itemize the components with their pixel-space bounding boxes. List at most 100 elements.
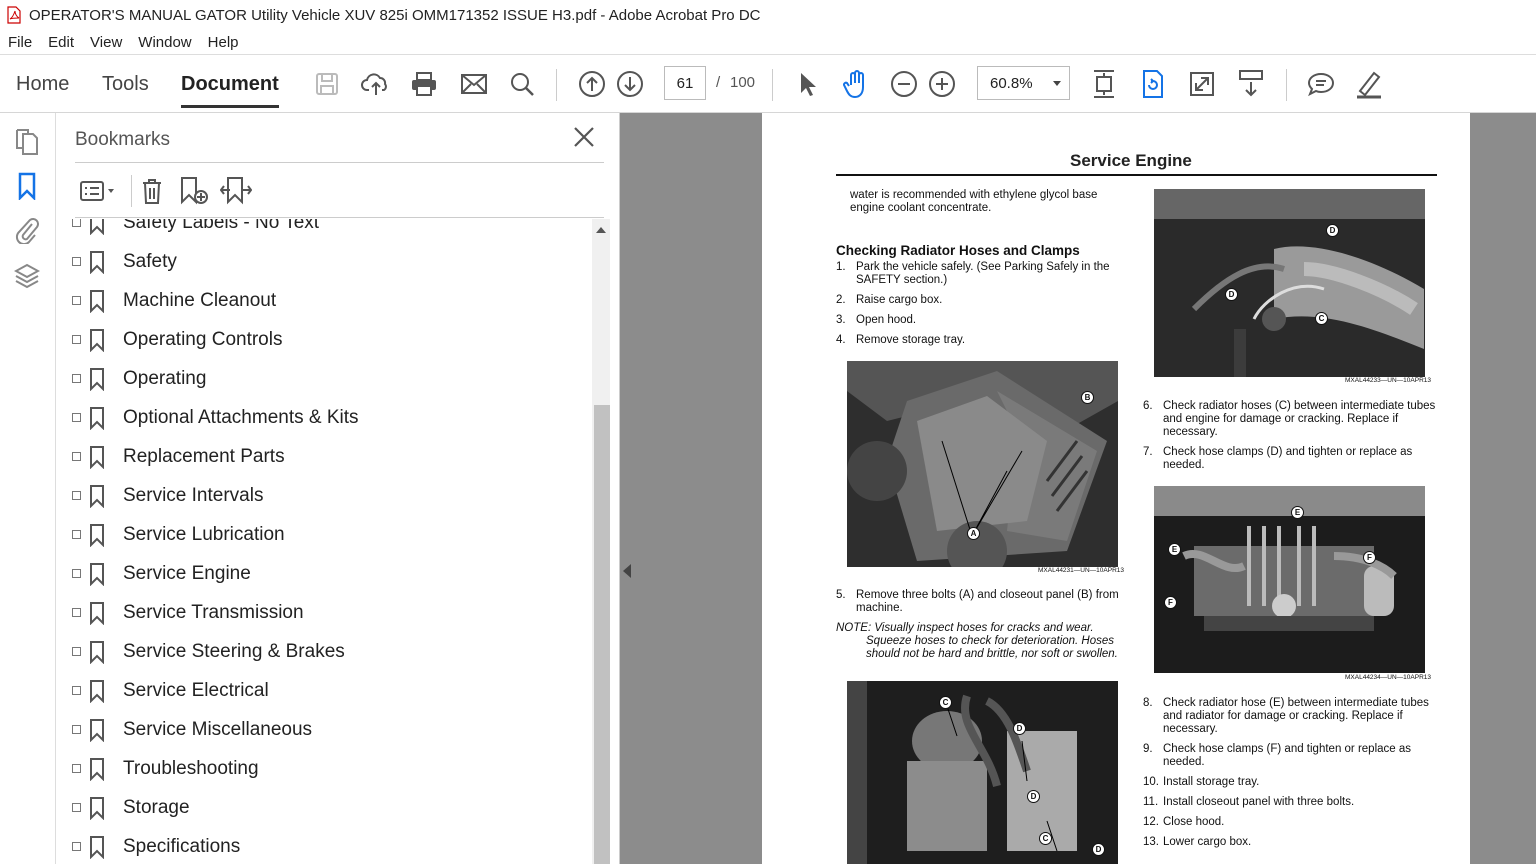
bookmark-item[interactable]: Specifications	[72, 827, 240, 864]
bookmark-item[interactable]: Machine Cleanout	[72, 281, 276, 320]
bookmark-item[interactable]: Service Lubrication	[72, 515, 285, 554]
bookmark-item[interactable]: Troubleshooting	[72, 749, 259, 788]
menu-file[interactable]: File	[0, 34, 40, 51]
next-page-icon[interactable]	[614, 68, 646, 100]
menu-help[interactable]: Help	[200, 34, 247, 51]
bookmark-icon	[87, 678, 107, 704]
layers-icon[interactable]	[13, 261, 41, 291]
bookmark-item[interactable]: Optional Attachments & Kits	[72, 398, 359, 437]
bookmark-icon	[87, 366, 107, 392]
delete-icon[interactable]	[136, 175, 168, 207]
image-caption: MXAL44233—UN—10APR13	[1345, 377, 1431, 384]
callout-c: C	[1315, 312, 1328, 325]
photo-engine-hoses: C D D C D	[847, 681, 1118, 864]
bookmark-item[interactable]: Service Steering & Brakes	[72, 632, 345, 671]
expand-toggle-icon[interactable]	[72, 491, 81, 500]
expand-toggle-icon[interactable]	[72, 764, 81, 773]
fullscreen-icon[interactable]	[1186, 68, 1218, 100]
expand-toggle-icon[interactable]	[72, 296, 81, 305]
collapse-panel-icon[interactable]	[623, 564, 631, 578]
tab-document[interactable]: Document	[181, 73, 279, 108]
zoom-select[interactable]: 60.8%	[977, 66, 1070, 100]
expand-toggle-icon[interactable]	[72, 608, 81, 617]
fit-page-icon[interactable]	[1088, 68, 1120, 100]
bookmark-item[interactable]: Service Engine	[72, 554, 251, 593]
menu-window[interactable]: Window	[130, 34, 199, 51]
search-icon[interactable]	[506, 68, 538, 100]
toolbar-divider	[1286, 69, 1287, 101]
chevron-down-icon	[1053, 81, 1061, 86]
bookmark-scrollbar[interactable]	[592, 219, 610, 864]
expand-toggle-icon[interactable]	[72, 257, 81, 266]
callout-d: D	[1225, 288, 1238, 301]
bookmark-item[interactable]: Service Electrical	[72, 671, 269, 710]
bookmark-icon	[87, 483, 107, 509]
options-menu-icon[interactable]	[79, 175, 117, 207]
bookmark-item[interactable]: Safety Labels - No Text	[72, 219, 319, 242]
callout-c: C	[1039, 832, 1052, 845]
zoom-in-icon[interactable]	[926, 68, 958, 100]
bookmark-icon	[87, 756, 107, 782]
print-icon[interactable]	[408, 68, 440, 100]
bookmark-icon	[87, 561, 107, 587]
expand-toggle-icon[interactable]	[72, 335, 81, 344]
expand-toggle-icon[interactable]	[72, 413, 81, 422]
expand-toggle-icon[interactable]	[72, 803, 81, 812]
scroll-thumb[interactable]	[594, 405, 610, 864]
scroll-up-icon[interactable]	[596, 227, 606, 233]
bookmark-item[interactable]: Service Miscellaneous	[72, 710, 312, 749]
save-icon[interactable]	[311, 68, 343, 100]
add-bookmark-icon[interactable]	[178, 175, 210, 207]
expand-toggle-icon[interactable]	[72, 569, 81, 578]
rotate-icon[interactable]	[1137, 68, 1169, 100]
bookmark-item[interactable]: Service Transmission	[72, 593, 304, 632]
prev-page-icon[interactable]	[576, 68, 608, 100]
document-viewport[interactable]: Service Engine water is recommended with…	[620, 113, 1536, 864]
highlight-pen-icon[interactable]	[1353, 68, 1385, 100]
bookmark-item[interactable]: Service Intervals	[72, 476, 263, 515]
expand-toggle-icon[interactable]	[72, 842, 81, 851]
divider	[75, 217, 604, 218]
bookmark-toolbar	[75, 171, 604, 211]
bookmark-item[interactable]: Replacement Parts	[72, 437, 285, 476]
tab-tools[interactable]: Tools	[102, 73, 149, 96]
close-icon[interactable]	[572, 125, 596, 149]
cloud-upload-icon[interactable]	[360, 68, 392, 100]
bookmark-label: Operating Controls	[123, 328, 283, 350]
hand-tool-icon[interactable]	[840, 68, 872, 100]
attachment-icon[interactable]	[13, 215, 41, 245]
bookmark-icon	[87, 795, 107, 821]
comment-icon[interactable]	[1305, 68, 1337, 100]
scroll-mode-icon[interactable]	[1235, 68, 1267, 100]
expand-toggle-icon[interactable]	[72, 374, 81, 383]
bookmarks-panel: Bookmarks Safety Labels - No Text Safety M…	[56, 113, 620, 864]
tab-home[interactable]: Home	[16, 73, 69, 96]
expand-toggle-icon[interactable]	[72, 219, 81, 227]
bookmark-label: Storage	[123, 796, 190, 818]
expand-toggle-icon[interactable]	[72, 647, 81, 656]
select-cursor-icon[interactable]	[791, 68, 823, 100]
bookmark-label: Optional Attachments & Kits	[123, 406, 359, 428]
expand-toggle-icon[interactable]	[72, 686, 81, 695]
bookmark-item[interactable]: Operating Controls	[72, 320, 282, 359]
menu-edit[interactable]: Edit	[40, 34, 82, 51]
expand-toggle-icon[interactable]	[72, 725, 81, 734]
expand-toggle-icon[interactable]	[72, 530, 81, 539]
bookmark-item[interactable]: Safety	[72, 242, 177, 281]
bookmark-item[interactable]: Operating	[72, 359, 206, 398]
bookmark-label: Operating	[123, 367, 207, 389]
page-total: 100	[730, 74, 756, 91]
bookmark-icon[interactable]	[13, 171, 41, 201]
bookmark-item[interactable]: Storage	[72, 788, 190, 827]
pages-icon[interactable]	[13, 127, 41, 157]
expand-bookmark-icon[interactable]	[220, 175, 252, 207]
callout-e: E	[1168, 543, 1181, 556]
divider	[75, 162, 604, 163]
zoom-out-icon[interactable]	[888, 68, 920, 100]
menu-view[interactable]: View	[82, 34, 130, 51]
mail-icon[interactable]	[458, 68, 490, 100]
expand-toggle-icon[interactable]	[72, 452, 81, 461]
photo-radiator-hoses: D D C	[1154, 189, 1425, 377]
page-number-input[interactable]: 61	[664, 66, 706, 100]
pdf-file-icon	[6, 6, 22, 24]
